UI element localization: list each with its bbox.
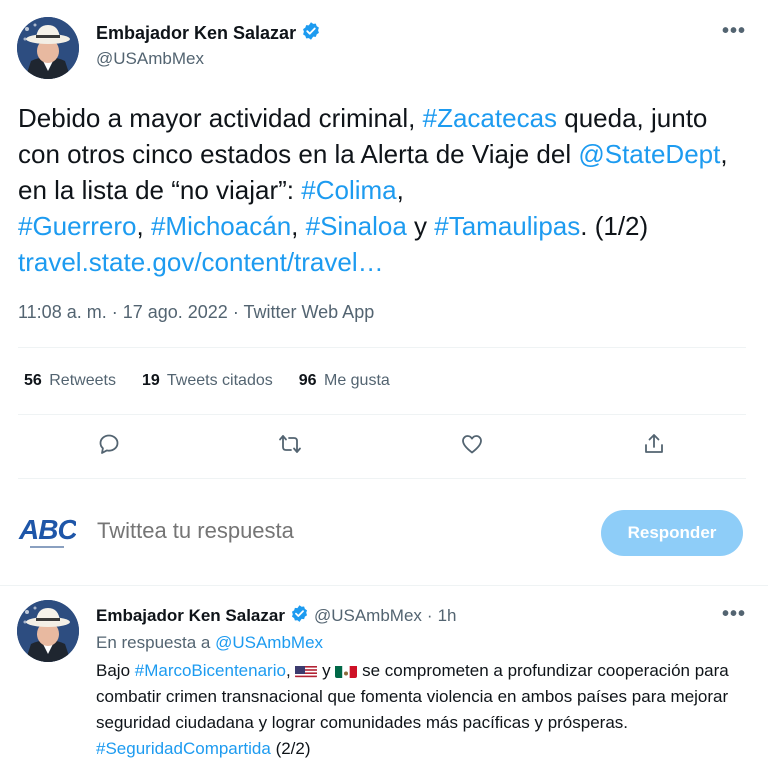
- retweet-icon[interactable]: [278, 432, 306, 460]
- tweet-text-part: (2/2): [270, 739, 311, 758]
- author-name[interactable]: Embajador Ken Salazar: [96, 21, 321, 46]
- more-options-icon[interactable]: •••: [722, 603, 746, 626]
- reply-button[interactable]: Responder: [601, 510, 743, 556]
- user-avatar-abc-logo[interactable]: ABC: [18, 513, 79, 553]
- hashtag-link[interactable]: #Sinaloa: [306, 211, 407, 241]
- reply-context: En respuesta a @USAmbMex: [96, 633, 323, 653]
- divider: [18, 347, 746, 348]
- hashtag-link[interactable]: #Colima: [301, 175, 396, 205]
- divider: [18, 478, 746, 479]
- url-link[interactable]: travel.state.gov/content/travel…: [18, 247, 384, 277]
- divider: [18, 414, 746, 415]
- tweet-text: Debido a mayor actividad criminal, #Zaca…: [18, 100, 753, 280]
- tweet-time[interactable]: 1h: [438, 606, 457, 626]
- hashtag-link[interactable]: #Tamaulipas: [434, 211, 580, 241]
- author-name[interactable]: Embajador Ken Salazar: [96, 606, 285, 626]
- verified-icon: [290, 604, 309, 628]
- mexico-flag-icon: [335, 663, 358, 678]
- tweet-header: Embajador Ken Salazar @USAmbMex · 1h: [96, 604, 457, 628]
- author-name-text[interactable]: Embajador Ken Salazar: [96, 23, 296, 44]
- tweet-text-part: Debido a mayor actividad criminal,: [18, 103, 423, 133]
- reply-icon[interactable]: [97, 432, 125, 460]
- likes-count: 96: [298, 372, 317, 389]
- mention-link[interactable]: @StateDept: [578, 139, 720, 169]
- author-avatar[interactable]: [17, 17, 79, 79]
- more-options-icon[interactable]: •••: [722, 20, 746, 43]
- tweet-text-part: y: [406, 211, 435, 241]
- separator-dot: ·: [426, 606, 433, 625]
- retweets-count: 56: [24, 372, 42, 389]
- tweet-text-part: ,: [136, 211, 151, 241]
- tweet-timestamp[interactable]: 11:08 a. m. · 17 ago. 2022 · Twitter Web…: [18, 302, 374, 323]
- tweet-text-part: ,: [291, 211, 306, 241]
- reply-to-mention[interactable]: @USAmbMex: [215, 633, 323, 652]
- author-handle[interactable]: @USAmbMex: [96, 49, 204, 69]
- tweet-text-part: y: [317, 661, 336, 680]
- tweet-text-part: ,: [285, 661, 296, 680]
- hashtag-link[interactable]: #Zacatecas: [423, 103, 557, 133]
- section-separator: [0, 585, 768, 586]
- likes-stat[interactable]: 96 Me gusta: [299, 372, 390, 390]
- tweet-text-part: ,: [396, 175, 404, 205]
- tweet-text: Bajo #MarcoBicentenario, y se compromete…: [96, 658, 756, 762]
- quotes-count: 19: [141, 372, 160, 389]
- retweets-label: Retweets: [49, 372, 116, 389]
- like-icon[interactable]: [460, 432, 488, 460]
- tweet-text-part: . (1/2): [580, 211, 649, 241]
- retweets-stat[interactable]: 56 Retweets: [24, 372, 116, 390]
- tweet-stats: 56 Retweets 19 Tweets citados 96 Me gust…: [24, 372, 390, 390]
- abc-logo-text: ABC: [18, 514, 76, 545]
- us-flag-icon: [295, 663, 318, 678]
- likes-label: Me gusta: [323, 372, 390, 389]
- tweet-text-part: Bajo: [96, 661, 135, 680]
- hashtag-link[interactable]: #SeguridadCompartida: [96, 739, 271, 758]
- hashtag-link[interactable]: #Guerrero: [18, 211, 137, 241]
- author-handle[interactable]: @USAmbMex: [314, 606, 422, 626]
- reply-prefix: En respuesta a: [96, 633, 216, 652]
- quotes-stat[interactable]: 19 Tweets citados: [142, 372, 273, 390]
- verified-icon: [301, 21, 321, 46]
- quotes-label: Tweets citados: [166, 372, 273, 389]
- hashtag-link[interactable]: #Michoacán: [151, 211, 291, 241]
- hashtag-link[interactable]: #MarcoBicentenario: [135, 661, 286, 680]
- author-avatar[interactable]: [17, 600, 79, 662]
- reply-input[interactable]: [97, 518, 497, 544]
- share-icon[interactable]: [642, 432, 670, 460]
